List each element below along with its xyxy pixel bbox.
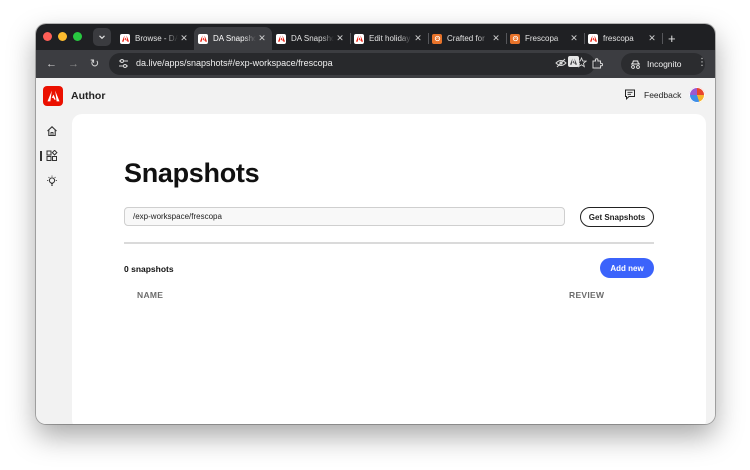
address-bar[interactable]: da.live/apps/snapshots#/exp-workspace/fr… (109, 53, 595, 75)
feedback-label: Feedback (644, 89, 682, 100)
tab-close-icon[interactable]: ✕ (256, 33, 268, 44)
feedback-button[interactable]: Feedback (624, 89, 681, 100)
tab-close-icon[interactable]: ✕ (646, 33, 658, 44)
tab-title: Edit holiday (369, 34, 411, 43)
adobe-extension-icon[interactable] (568, 56, 579, 67)
url-text[interactable]: da.live/apps/snapshots#/exp-workspace/fr… (136, 58, 333, 68)
avatar[interactable] (689, 87, 705, 103)
tab-title: frescopa (603, 34, 634, 43)
incognito-icon (631, 60, 640, 69)
forward-icon[interactable]: → (68, 58, 79, 70)
frescopa-icon (432, 33, 442, 44)
page-title: Snapshots (124, 158, 260, 188)
get-snapshots-button[interactable]: Get Snapshots (580, 207, 654, 227)
tab-title: Crafted for (447, 34, 485, 43)
tab-close-icon[interactable]: ✕ (490, 33, 502, 44)
path-input[interactable] (124, 207, 565, 226)
back-icon[interactable]: ← (46, 58, 57, 70)
adobe-icon (198, 33, 208, 44)
tab-close-icon[interactable]: ✕ (568, 33, 580, 44)
browser-window: Browse - DA✕DA Snapshots✕DA Snapshots✕Ed… (36, 24, 715, 424)
main-panel: Snapshots Get Snapshots 0 snapshots Add … (72, 114, 706, 424)
snapshot-count: 0 snapshots (124, 264, 174, 274)
new-tab-button[interactable]: + (668, 27, 676, 50)
incognito-label: Incognito (647, 59, 682, 69)
frescopa-icon (510, 33, 520, 44)
tab[interactable]: Edit holiday ✕ (350, 27, 429, 50)
tab-separator (662, 33, 663, 44)
tab-close-icon[interactable]: ✕ (412, 33, 424, 44)
column-header-name: NAME (137, 290, 164, 300)
divider (124, 242, 654, 244)
lightbulb-icon[interactable] (45, 174, 59, 188)
feedback-icon (625, 89, 635, 100)
tab-title: DA Snapshots (213, 34, 256, 43)
site-settings-icon[interactable] (118, 58, 129, 69)
tab-close-icon[interactable]: ✕ (178, 33, 190, 44)
tab[interactable]: DA Snapshots✕ (272, 27, 351, 50)
window-controls (43, 32, 82, 41)
browser-toolbar: ← → ↻ da.live/apps/snapshots#/exp-worksp… (36, 50, 715, 78)
close-window-button[interactable] (43, 32, 52, 41)
tab[interactable]: Browse - DA ✕ (116, 27, 195, 50)
reload-icon[interactable]: ↻ (90, 58, 99, 70)
tab-title: Browse - DA (135, 34, 178, 43)
adobe-logo-icon[interactable] (43, 86, 63, 106)
column-header-review: REVIEW (569, 290, 605, 300)
app-shell: Author Feedback Snapshots Get Sn (36, 78, 715, 424)
adobe-icon (276, 33, 286, 44)
tab[interactable]: Frescopa ✕ (506, 27, 585, 50)
zoom-window-button[interactable] (73, 32, 82, 41)
add-new-button[interactable]: Add new (600, 258, 654, 278)
minimize-window-button[interactable] (58, 32, 67, 41)
tab-title: Frescopa (525, 34, 559, 43)
tab[interactable]: Crafted for ✕ (428, 27, 507, 50)
tab-close-icon[interactable]: ✕ (334, 33, 346, 44)
tab-title: DA Snapshots (291, 34, 334, 43)
side-rail (40, 124, 59, 188)
eye-off-icon[interactable] (555, 58, 567, 68)
adobe-icon (120, 33, 130, 44)
tab-strip: Browse - DA✕DA Snapshots✕DA Snapshots✕Ed… (36, 24, 715, 50)
tab[interactable]: frescopa ✕ (584, 27, 663, 50)
chevron-down-icon (99, 35, 105, 40)
home-icon[interactable] (45, 124, 59, 138)
browser-menu-icon[interactable]: ⋮ (697, 58, 707, 68)
incognito-indicator[interactable]: Incognito (621, 53, 705, 75)
tab-active[interactable]: DA Snapshots✕ (194, 27, 272, 50)
tab-list: Browse - DA✕DA Snapshots✕DA Snapshots✕Ed… (116, 27, 676, 50)
apps-icon[interactable] (40, 149, 59, 163)
tab-search-button[interactable] (93, 28, 111, 46)
adobe-icon (588, 33, 598, 44)
adobe-icon (354, 33, 364, 44)
extensions-puzzle-icon[interactable] (591, 56, 604, 74)
brand-title[interactable]: Author (71, 90, 105, 102)
